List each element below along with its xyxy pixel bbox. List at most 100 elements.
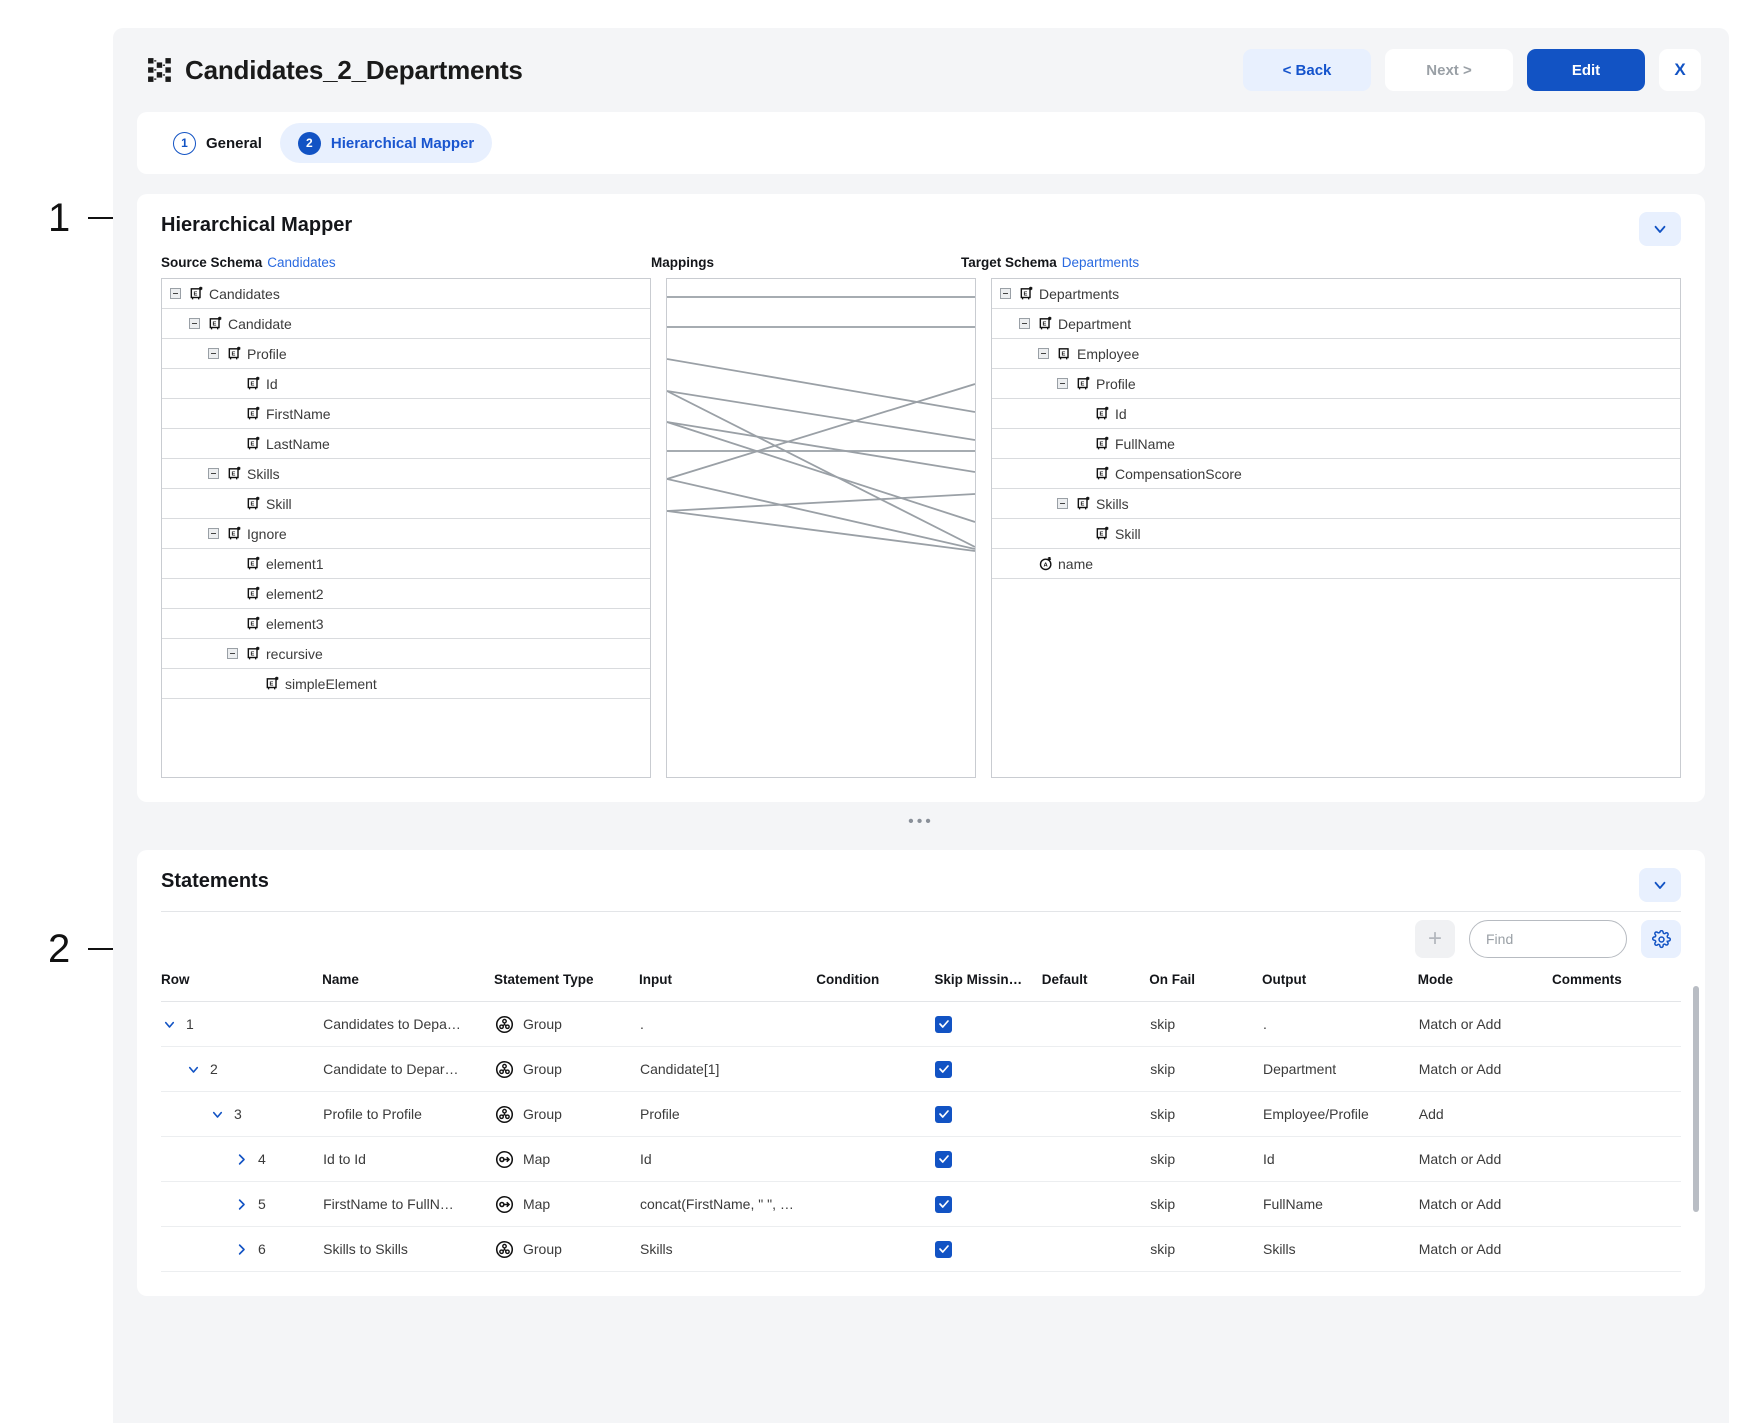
- table-row[interactable]: 5 FirstName to FullN… Map concat(FirstName,…: [161, 1181, 1681, 1227]
- gear-icon[interactable]: [1641, 920, 1681, 958]
- input-cell: .: [639, 1001, 817, 1047]
- skip-missing-checkbox[interactable]: [935, 1015, 953, 1033]
- mapper-collapse-chevron-down-icon[interactable]: [1639, 212, 1681, 246]
- skip-missing-checkbox[interactable]: [935, 1240, 953, 1258]
- table-row[interactable]: 1 Candidates to Depa… Group. skip. Match or …: [161, 1001, 1681, 1047]
- row-number: 6: [258, 1241, 266, 1257]
- statement-name-cell: FirstName to FullN…: [322, 1181, 494, 1227]
- tree-node-candidates[interactable]: E Candidates: [162, 279, 650, 309]
- tree-collapse-toggle-icon[interactable]: [1000, 288, 1011, 299]
- row-expand-chevron-down-icon[interactable]: [210, 1107, 225, 1122]
- tree-node-fullname[interactable]: E FullName: [992, 429, 1680, 459]
- tree-node-skill[interactable]: E Skill: [992, 519, 1680, 549]
- tree-collapse-toggle-icon[interactable]: [1019, 318, 1030, 329]
- row-index-cell: 5: [161, 1181, 323, 1227]
- mode-cell: Match or Add: [1417, 1226, 1552, 1272]
- row-expand-chevron-down-icon[interactable]: [162, 1017, 177, 1032]
- tree-collapse-toggle-icon[interactable]: [189, 318, 200, 329]
- tree-node-skill[interactable]: E Skill: [162, 489, 650, 519]
- column-header-condition[interactable]: Condition: [816, 972, 935, 1002]
- column-header-row[interactable]: Row: [161, 972, 323, 1002]
- add-statement-button[interactable]: +: [1415, 920, 1455, 958]
- tree-collapse-toggle-icon[interactable]: [1038, 348, 1049, 359]
- statements-table-body: 1 Candidates to Depa… Group. skip. Match or …: [161, 1001, 1681, 1272]
- column-header-output[interactable]: Output: [1261, 972, 1418, 1002]
- mappings-canvas[interactable]: [666, 278, 976, 778]
- row-expand-chevron-right-icon[interactable]: [234, 1197, 249, 1212]
- tab-general[interactable]: 1 General: [155, 123, 280, 163]
- tree-node-department[interactable]: E Department: [992, 309, 1680, 339]
- skip-missing-checkbox[interactable]: [935, 1195, 953, 1213]
- tree-node-recursive[interactable]: Erecursive: [162, 639, 650, 669]
- table-row[interactable]: 6 Skills to Skills Group Skills skip Skills Ma…: [161, 1226, 1681, 1272]
- element-icon: E: [247, 436, 262, 451]
- column-header-on-fail[interactable]: On Fail: [1149, 972, 1262, 1002]
- skip-missing-checkbox[interactable]: [935, 1150, 953, 1168]
- column-header-default[interactable]: Default: [1041, 972, 1150, 1002]
- tree-node-profile[interactable]: E Profile: [162, 339, 650, 369]
- table-row[interactable]: 3 Profile to Profile Group Profile skip Emplo…: [161, 1091, 1681, 1137]
- tree-node-name[interactable]: Aname: [992, 549, 1680, 579]
- tree-node-id[interactable]: E Id: [162, 369, 650, 399]
- row-expand-chevron-down-icon[interactable]: [186, 1062, 201, 1077]
- tree-collapse-toggle-icon[interactable]: [1057, 378, 1068, 389]
- svg-text:E: E: [194, 291, 198, 297]
- statements-collapse-chevron-down-icon[interactable]: [1639, 868, 1681, 902]
- target-schema-tree[interactable]: E Departments E Department E Employee E Profile…: [991, 278, 1681, 778]
- close-icon[interactable]: X: [1659, 49, 1701, 91]
- tree-node-element2[interactable]: Eelement2: [162, 579, 650, 609]
- skip-missing-checkbox[interactable]: [935, 1060, 953, 1078]
- tree-node-candidate[interactable]: E Candidate: [162, 309, 650, 339]
- tree-collapse-toggle-icon[interactable]: [208, 468, 219, 479]
- tree-node-ignore[interactable]: E Ignore: [162, 519, 650, 549]
- svg-text:E: E: [251, 621, 255, 627]
- statements-vertical-scrollbar[interactable]: [1693, 986, 1699, 1212]
- tree-collapse-toggle-icon[interactable]: [227, 648, 238, 659]
- page-title: Candidates_2_Departments: [185, 54, 523, 85]
- tree-collapse-toggle-icon[interactable]: [170, 288, 181, 299]
- column-header-mode[interactable]: Mode: [1417, 972, 1552, 1002]
- tree-node-departments[interactable]: E Departments: [992, 279, 1680, 309]
- find-input[interactable]: [1469, 920, 1627, 958]
- column-header-name[interactable]: Name: [322, 972, 494, 1002]
- column-header-skip-missin[interactable]: Skip Missin…: [934, 972, 1042, 1002]
- source-schema-name: Candidates: [267, 255, 336, 270]
- svg-text:E: E: [1100, 531, 1104, 537]
- tree-collapse-toggle-icon[interactable]: [208, 348, 219, 359]
- tree-node-id[interactable]: E Id: [992, 399, 1680, 429]
- column-header-comments[interactable]: Comments: [1552, 972, 1681, 1002]
- tree-collapse-toggle-icon[interactable]: [1057, 498, 1068, 509]
- row-number: 1: [186, 1016, 194, 1032]
- tree-node-label: Skill: [266, 495, 292, 512]
- back-button[interactable]: < Back: [1243, 49, 1371, 91]
- column-header-input[interactable]: Input: [639, 972, 817, 1002]
- tree-node-skills[interactable]: E Skills: [992, 489, 1680, 519]
- source-schema-tree[interactable]: E Candidates E Candidate E Profile E Id E FirstNa…: [161, 278, 651, 778]
- tree-node-employee[interactable]: E Employee: [992, 339, 1680, 369]
- tree-node-skills[interactable]: E Skills: [162, 459, 650, 489]
- callout-2-label: 2: [48, 927, 71, 971]
- tree-node-element3[interactable]: Eelement3: [162, 609, 650, 639]
- edit-button[interactable]: Edit: [1527, 49, 1645, 91]
- tree-node-simpleelement[interactable]: EsimpleElement: [162, 669, 650, 699]
- mode-cell: Add: [1417, 1091, 1552, 1137]
- tree-node-compensationscore[interactable]: E CompensationScore: [992, 459, 1680, 489]
- table-row[interactable]: 4 Id to Id Map Id skip Id Match or Add: [161, 1136, 1681, 1182]
- statement-type-label: Group: [522, 1016, 562, 1032]
- column-header-statement-type[interactable]: Statement Type: [493, 972, 639, 1002]
- skip-missing-checkbox[interactable]: [935, 1105, 953, 1123]
- output-cell: FullName: [1261, 1181, 1418, 1227]
- next-button[interactable]: Next >: [1385, 49, 1513, 91]
- tree-node-profile[interactable]: E Profile: [992, 369, 1680, 399]
- row-expand-chevron-right-icon[interactable]: [234, 1242, 249, 1257]
- tree-node-lastname[interactable]: E LastName: [162, 429, 650, 459]
- svg-text:E: E: [232, 351, 236, 357]
- tab-hierarchical-mapper[interactable]: 2 Hierarchical Mapper: [279, 123, 493, 163]
- table-row[interactable]: 2 Candidate to Depar… Group Candidate[1] ski…: [161, 1046, 1681, 1092]
- tree-node-firstname[interactable]: E FirstName: [162, 399, 650, 429]
- row-expand-chevron-right-icon[interactable]: [234, 1152, 249, 1167]
- tree-node-element1[interactable]: Eelement1: [162, 549, 650, 579]
- tree-collapse-toggle-icon[interactable]: [208, 528, 219, 539]
- section-resize-drag-grip-icon[interactable]: •••: [113, 814, 1729, 830]
- element-plain-icon: E: [1058, 346, 1073, 361]
